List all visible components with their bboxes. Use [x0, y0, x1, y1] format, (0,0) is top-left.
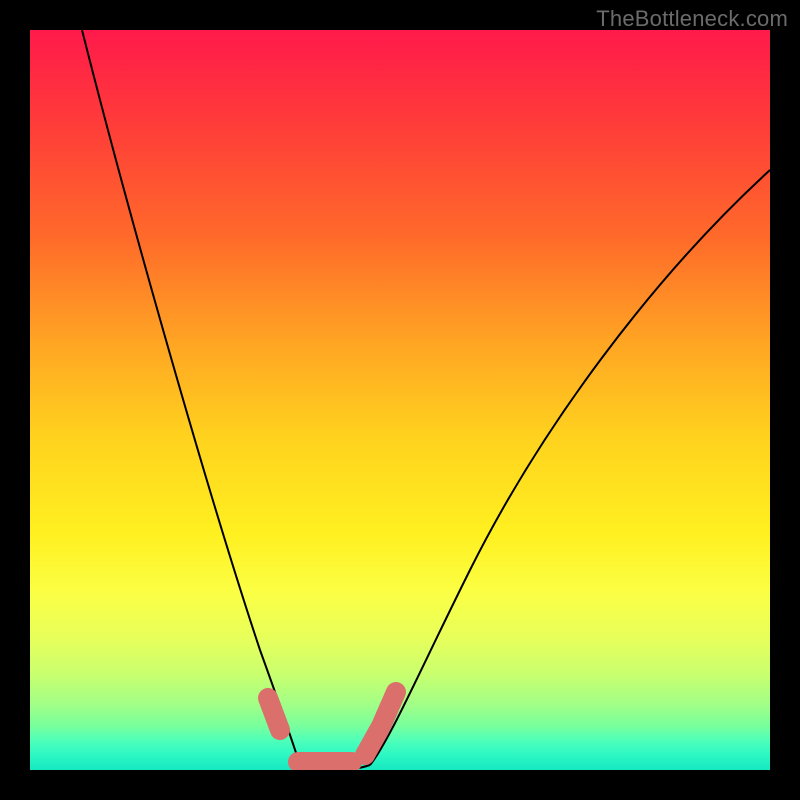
plot-area: [30, 30, 770, 770]
chart-frame: TheBottleneck.com: [0, 0, 800, 800]
curve-left-branch: [82, 30, 300, 765]
curve-right-branch: [370, 170, 770, 765]
pink-marker-right-2: [382, 692, 396, 724]
curves-svg: [30, 30, 770, 770]
pink-marker-left: [268, 698, 280, 730]
watermark-text: TheBottleneck.com: [596, 6, 788, 32]
